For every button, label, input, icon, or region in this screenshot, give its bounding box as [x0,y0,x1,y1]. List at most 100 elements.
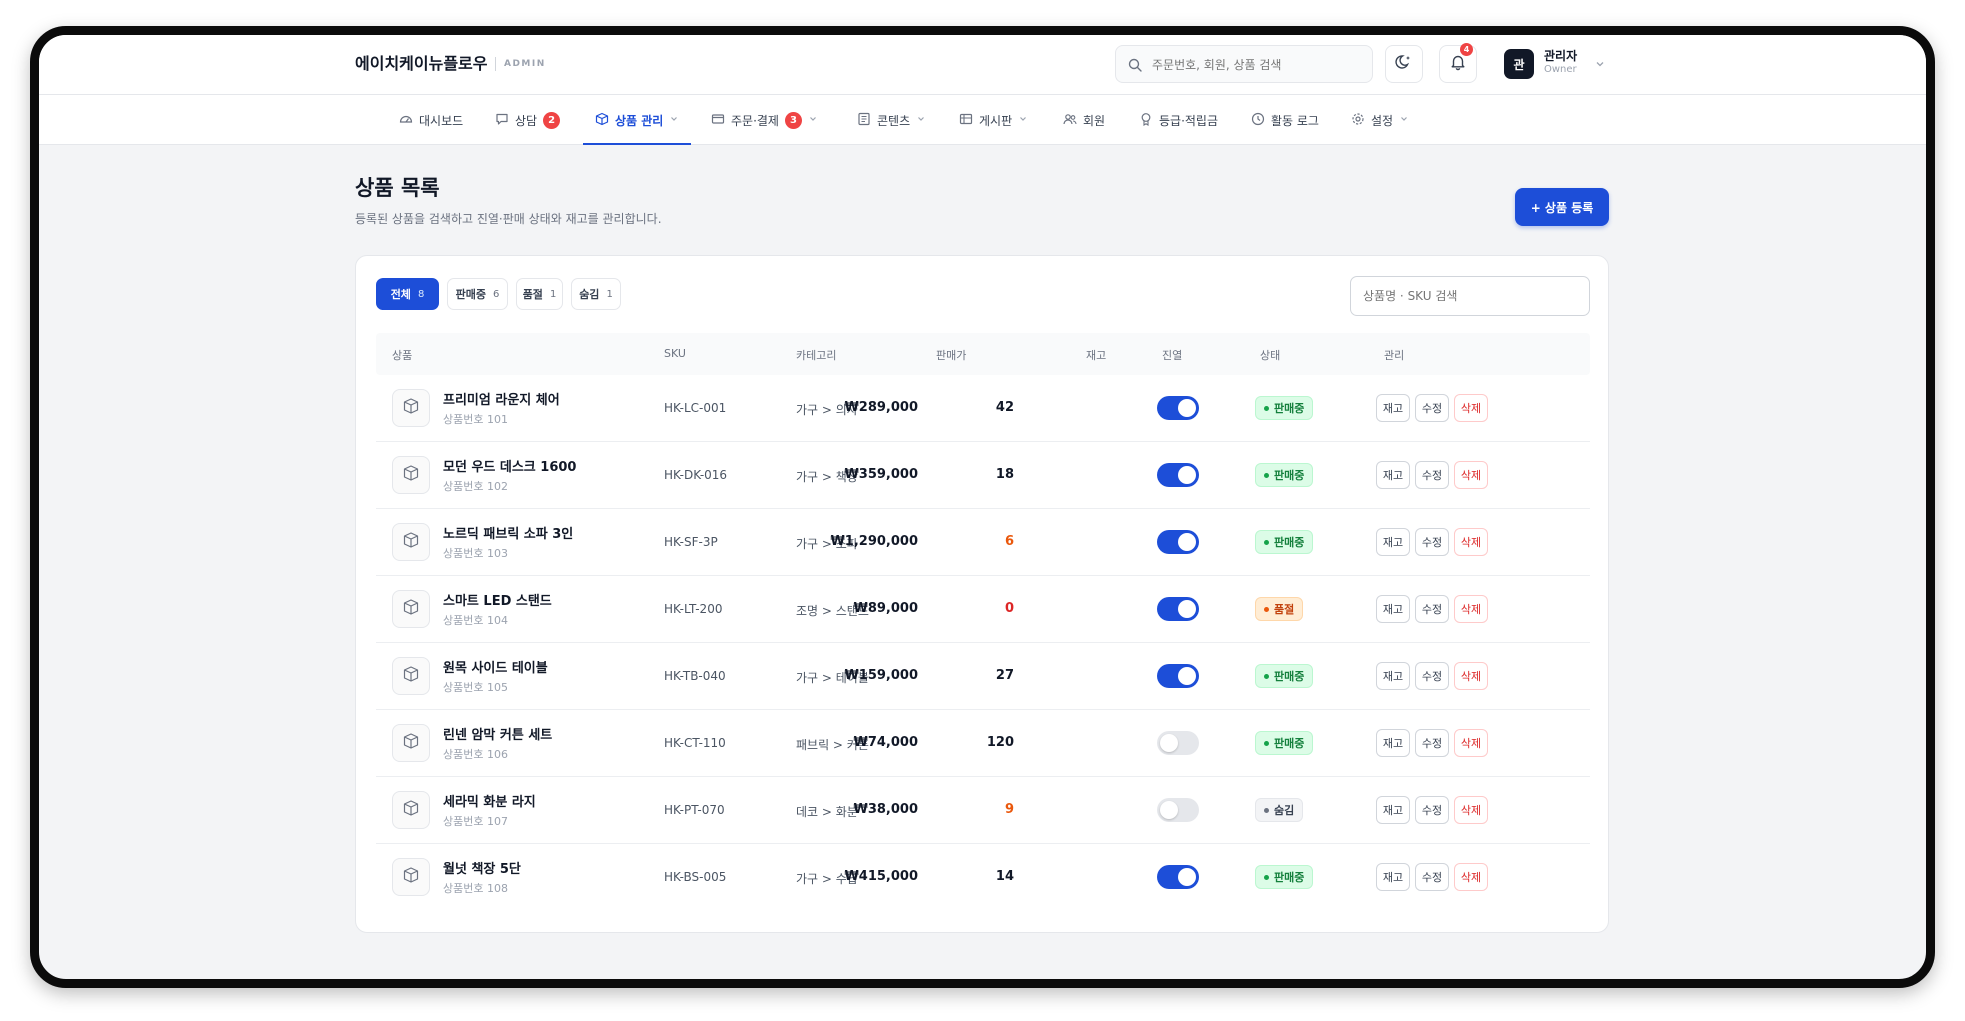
filter-tab-0[interactable]: 전체 8 [376,278,439,310]
product-name[interactable]: 월넛 책장 5단 [443,858,521,877]
product-price: ₩359,000 [844,467,918,482]
product-sku: HK-SF-3P [664,535,718,549]
nav-item-0[interactable]: 대시보드 [399,95,463,145]
column-header: SKU [664,347,686,360]
column-header: 상품 [392,349,413,362]
main-nav: 대시보드 상담 2 상품 관리 주문·결제 3 콘텐츠 게시판 회원 등급·적립금 활동 로그 설정 [39,95,1926,145]
edit-button[interactable]: 수정 [1415,863,1449,891]
product-thumbnail [392,791,430,829]
display-toggle[interactable] [1157,597,1199,621]
display-toggle[interactable] [1157,731,1199,755]
table-row: 노르딕 패브릭 소파 3인 상품번호 103 HK-SF-3P 가구 > 소파 ₩1,2… [376,509,1590,576]
column-header: 재고 [1086,349,1107,362]
product-number: 상품번호 101 [443,413,508,426]
delete-button[interactable]: 삭제 [1454,528,1488,556]
medal-icon [1139,112,1153,129]
nav-item-5[interactable]: 게시판 [959,95,1028,145]
card-icon [711,112,725,129]
stock-button[interactable]: 재고 [1376,394,1410,422]
column-header: 판매가 [936,349,967,362]
product-stock: 27 [995,668,1014,683]
stock-button[interactable]: 재고 [1376,461,1410,489]
edit-button[interactable]: 수정 [1415,461,1449,489]
status-label: 판매중 [1274,469,1305,482]
nav-item-3[interactable]: 주문·결제 3 [711,95,818,145]
product-name[interactable]: 스마트 LED 스탠드 [443,590,552,609]
nav-item-2[interactable]: 상품 관리 [583,95,692,145]
stock-button[interactable]: 재고 [1376,863,1410,891]
stock-button[interactable]: 재고 [1376,595,1410,623]
product-category: 데코 > 화분 [796,805,858,819]
gear-icon [1351,112,1365,129]
theme-toggle-button[interactable] [1385,45,1423,83]
delete-button[interactable]: 삭제 [1454,796,1488,824]
product-name[interactable]: 모던 우드 데스크 1600 [443,456,576,475]
product-sku: HK-CT-110 [664,736,726,750]
edit-button[interactable]: 수정 [1415,595,1449,623]
display-toggle[interactable] [1157,530,1199,554]
chevron-down-icon [916,113,926,127]
delete-button[interactable]: 삭제 [1454,394,1488,422]
delete-button[interactable]: 삭제 [1454,662,1488,690]
product-name[interactable]: 린넨 암막 커튼 세트 [443,724,552,743]
nav-item-8[interactable]: 활동 로그 [1251,95,1319,145]
nav-item-6[interactable]: 회원 [1063,95,1105,145]
delete-button[interactable]: 삭제 [1454,729,1488,757]
product-search-input[interactable] [1350,276,1590,316]
filter-label: 판매중 [455,288,486,301]
nav-item-1[interactable]: 상담 2 [495,95,561,145]
product-name[interactable]: 노르딕 패브릭 소파 3인 [443,523,573,542]
delete-button[interactable]: 삭제 [1454,595,1488,623]
status-label: 판매중 [1274,536,1305,549]
brand-tag: ADMIN [504,59,546,69]
status-dot [1264,606,1269,612]
product-stock: 6 [1004,534,1014,549]
status-label: 판매중 [1274,670,1305,683]
product-number: 상품번호 102 [443,480,508,493]
product-stock: 0 [1004,601,1014,616]
status-dot [1264,673,1269,679]
filter-tab-2[interactable]: 품절 1 [516,278,563,310]
delete-button[interactable]: 삭제 [1454,863,1488,891]
filter-tab-3[interactable]: 숨김 1 [571,278,621,310]
nav-item-label: 설정 [1371,113,1394,128]
box-icon [402,464,420,486]
product-name[interactable]: 프리미엄 라운지 체어 [443,389,560,408]
display-toggle[interactable] [1157,396,1199,420]
nav-item-7[interactable]: 등급·적립금 [1139,95,1218,145]
add-product-button[interactable]: + 상품 등록 [1515,188,1609,226]
filter-label: 전체 [390,288,411,301]
product-name[interactable]: 세라믹 화분 라지 [443,791,536,810]
nav-count-badge: 3 [784,111,802,129]
global-search[interactable] [1115,45,1373,83]
product-name[interactable]: 원목 사이드 테이블 [443,657,548,676]
display-toggle[interactable] [1157,664,1199,688]
product-price: ₩1,290,000 [830,534,918,549]
user-menu[interactable]: 관 관리자 Owner [1504,47,1614,83]
status-badge: 품절 [1255,597,1304,621]
stock-button[interactable]: 재고 [1376,729,1410,757]
edit-button[interactable]: 수정 [1415,796,1449,824]
display-toggle[interactable] [1157,865,1199,889]
nav-item-9[interactable]: 설정 [1351,95,1409,145]
global-search-input[interactable] [1152,55,1362,75]
stock-button[interactable]: 재고 [1376,796,1410,824]
filter-tab-1[interactable]: 판매중 6 [447,278,508,310]
edit-button[interactable]: 수정 [1415,662,1449,690]
delete-button[interactable]: 삭제 [1454,461,1488,489]
filter-count: 1 [549,288,557,300]
brand-name[interactable]: 에이치케이뉴플로우 [355,50,487,74]
display-toggle[interactable] [1157,798,1199,822]
notifications-button[interactable]: 4 [1439,43,1477,83]
edit-button[interactable]: 수정 [1415,729,1449,757]
chat-icon [495,112,509,129]
stock-button[interactable]: 재고 [1376,662,1410,690]
edit-button[interactable]: 수정 [1415,528,1449,556]
column-header: 관리 [1384,349,1405,362]
edit-button[interactable]: 수정 [1415,394,1449,422]
stock-button[interactable]: 재고 [1376,528,1410,556]
status-badge: 판매중 [1255,731,1314,755]
display-toggle[interactable] [1157,463,1199,487]
nav-item-4[interactable]: 콘텐츠 [857,95,926,145]
nav-count-badge: 2 [543,111,561,129]
